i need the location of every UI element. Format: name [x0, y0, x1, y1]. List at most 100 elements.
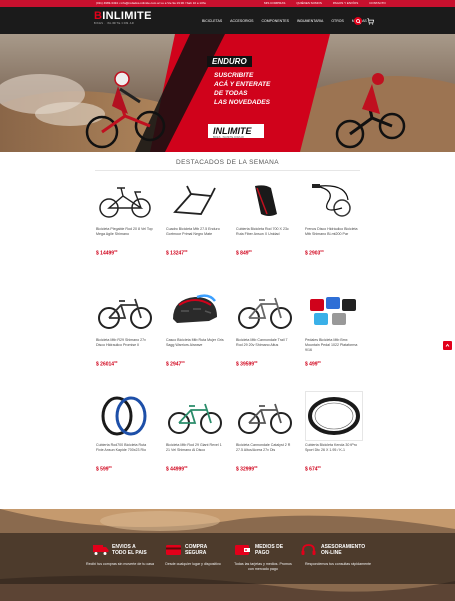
- product-name[interactable]: Bicicleta Mtb Rod 29 Giant Revel 1 21 Ve…: [166, 443, 224, 464]
- section-divider: [95, 170, 360, 171]
- price-cents: 00: [320, 249, 324, 253]
- price-value: $ 39599: [236, 361, 255, 368]
- feature-description: Recibí tus compras sin moverte de tu cas…: [86, 562, 154, 566]
- features-footer: ENVIOS A TODO EL PAIS Recibí tus compras …: [0, 509, 455, 601]
- disc-brake-icon: [312, 184, 351, 217]
- hero-promo: SUSCRIBITE ACÁ Y ENTERATE DE TODAS LAS N…: [212, 72, 273, 108]
- top-link-quienes-somos[interactable]: QUIÉNES SOMOS: [296, 1, 322, 5]
- product-image[interactable]: [96, 286, 154, 336]
- product-card[interactable]: Bicicleta Mtb Rod 29 Giant Revel 1 21 Ve…: [166, 391, 224, 473]
- product-image[interactable]: [305, 286, 363, 336]
- cart-icon: [366, 17, 374, 25]
- feature-online-support: ASESORAMIENTO ON-LINE Respondemos tus con…: [301, 544, 396, 567]
- mountain-bike-icon: [238, 403, 292, 434]
- search-button[interactable]: [354, 17, 362, 25]
- feature-title: ON-LINE: [321, 550, 342, 556]
- nav-otros[interactable]: OTROS: [331, 19, 343, 23]
- scroll-top-button[interactable]: [443, 341, 452, 350]
- price-cents: 00: [114, 249, 118, 253]
- top-links: MIS COMPRAS QUIÉNES SOMOS PAGOS Y ENVÍOS…: [264, 1, 386, 5]
- price-cents: 00: [317, 465, 321, 469]
- card-icon: [166, 545, 181, 555]
- product-name[interactable]: Bicicleta Plegable Rod 20 8 Vel Top Mega…: [96, 227, 154, 248]
- product-image[interactable]: [166, 286, 224, 336]
- price-value: $ 26014: [96, 361, 115, 368]
- product-image[interactable]: [166, 391, 224, 441]
- product-name[interactable]: Bicicleta Mtb Cannondale Trail 7 Rod 29 …: [236, 338, 294, 359]
- road-tire-icon: [101, 396, 147, 436]
- product-name[interactable]: Bicicleta Cannondale Catalyst 2 R 27.5 A…: [236, 443, 294, 464]
- promo-line: SUSCRIBITE: [212, 72, 256, 80]
- product-price: $ 3959900: [236, 360, 294, 368]
- product-price: $ 2601400: [96, 360, 154, 368]
- product-name[interactable]: Frenos Disco Hidráulico Bicicleta Mtb Sh…: [305, 227, 363, 248]
- price-value: $ 2903: [305, 250, 321, 257]
- product-price: $ 67400: [305, 465, 363, 473]
- tire-icon: [308, 397, 360, 435]
- product-name[interactable]: Cuadro Bicicleta Mtb 27.5 Enduro Gortmoo…: [166, 227, 224, 248]
- hero-badge: ENDURO: [207, 56, 252, 67]
- price-value: $ 14499: [96, 250, 115, 257]
- mountain-bike-icon: [238, 297, 292, 329]
- chevron-up-icon: [445, 343, 450, 347]
- product-card[interactable]: Bicicleta Cannondale Catalyst 2 R 27.5 A…: [236, 391, 294, 473]
- promo-line: DE TODAS: [212, 90, 250, 98]
- product-price: $ 1449900: [96, 249, 154, 257]
- product-image[interactable]: [96, 391, 154, 441]
- product-card[interactable]: Cubierta Bicicleta Rod 700 X 23c Ruta Fi…: [236, 175, 294, 257]
- top-link-contacto[interactable]: CONTACTO: [369, 1, 386, 5]
- nav-indumentaria[interactable]: INDUMENTARIA: [297, 19, 323, 23]
- price-cents: 00: [254, 465, 258, 469]
- mountain-bike-icon: [98, 298, 152, 329]
- headset-icon: [301, 544, 316, 555]
- product-card[interactable]: Bicicleta Mtb Cannondale Trail 7 Rod 29 …: [236, 286, 294, 368]
- cart-button[interactable]: [366, 17, 374, 25]
- product-name[interactable]: Cubierta Bicicleta Rod 700 X 23c Ruta Fi…: [236, 227, 294, 248]
- product-card[interactable]: Bicicleta Mtb R29 Shimano 27v Disco Hidr…: [96, 286, 154, 368]
- price-value: $ 499: [305, 361, 318, 368]
- nav-componentes[interactable]: COMPONENTES: [262, 19, 289, 23]
- product-name[interactable]: Pedales Bicicleta Mtb Bmx Mountain Pedal…: [305, 338, 363, 359]
- price-value: $ 44999: [166, 466, 185, 473]
- hero-banner[interactable]: ENDURO SUSCRIBITE ACÁ Y ENTERATE DE TODA…: [0, 34, 455, 152]
- price-value: $ 32999: [236, 466, 255, 473]
- product-card[interactable]: Cuadro Bicicleta Mtb 27.5 Enduro Gortmoo…: [166, 175, 224, 257]
- product-price: $ 294700: [166, 360, 224, 368]
- product-card[interactable]: Cubierta Bicicleta Kenda 30 tPro Sport D…: [305, 391, 363, 473]
- price-cents: 00: [248, 249, 252, 253]
- nav-accesorios[interactable]: ACCESORIOS: [230, 19, 253, 23]
- product-name[interactable]: Casco Bicicleta Mtb Ruta Mujer Gris Sagg…: [166, 338, 224, 359]
- product-card[interactable]: Cubierta Rod700 Bicicleta Ruta Fixie Ans…: [96, 391, 154, 473]
- product-price: $ 3299900: [236, 465, 294, 473]
- product-card[interactable]: Pedales Bicicleta Mtb Bmx Mountain Pedal…: [305, 286, 363, 368]
- nav-bicicletas[interactable]: BICICLETAS: [202, 19, 222, 23]
- product-image[interactable]: [305, 391, 363, 441]
- price-cents: 00: [108, 465, 112, 469]
- price-cents: 00: [317, 360, 321, 364]
- product-image[interactable]: [305, 175, 363, 225]
- section-title: DESTACADOS DE LA SEMANA: [176, 159, 279, 166]
- product-card[interactable]: Frenos Disco Hidráulico Bicicleta Mtb Sh…: [305, 175, 363, 257]
- hero-logo-tagline: BIKES · INLIMITE.COM.AR: [213, 136, 244, 139]
- product-name[interactable]: Bicicleta Mtb R29 Shimano 27v Disco Hidr…: [96, 338, 154, 359]
- product-image[interactable]: [236, 391, 294, 441]
- product-name[interactable]: Cubierta Bicicleta Kenda 30 tPro Sport D…: [305, 443, 363, 464]
- product-name[interactable]: Cubierta Rod700 Bicicleta Ruta Fixie Ans…: [96, 443, 154, 464]
- product-image[interactable]: [96, 175, 154, 225]
- top-link-pagos-envios[interactable]: PAGOS Y ENVÍOS: [333, 1, 358, 5]
- price-cents: 00: [114, 360, 118, 364]
- product-card[interactable]: Bicicleta Plegable Rod 20 8 Vel Top Mega…: [96, 175, 154, 257]
- product-card[interactable]: Casco Bicicleta Mtb Ruta Mujer Gris Sagg…: [166, 286, 224, 368]
- logo-text: INLIMITE: [102, 10, 152, 22]
- price-value: $ 674: [305, 466, 318, 473]
- product-image[interactable]: [236, 286, 294, 336]
- mountain-bike-icon: [168, 403, 222, 434]
- product-image[interactable]: [166, 175, 224, 225]
- top-link-mis-compras[interactable]: MIS COMPRAS: [264, 1, 285, 5]
- feature-title: SEGURA: [185, 550, 207, 556]
- site-logo[interactable]: BINLIMITE BIKES · INLIMITE.COM.AR: [94, 10, 154, 29]
- product-image[interactable]: [236, 175, 294, 225]
- feature-description: Todas las tarjetas y medios. Promos con …: [234, 562, 292, 571]
- product-price: $ 49900: [305, 360, 363, 368]
- top-bar: (011) 4983-3434 • info@rodados-inlimite.…: [0, 0, 455, 7]
